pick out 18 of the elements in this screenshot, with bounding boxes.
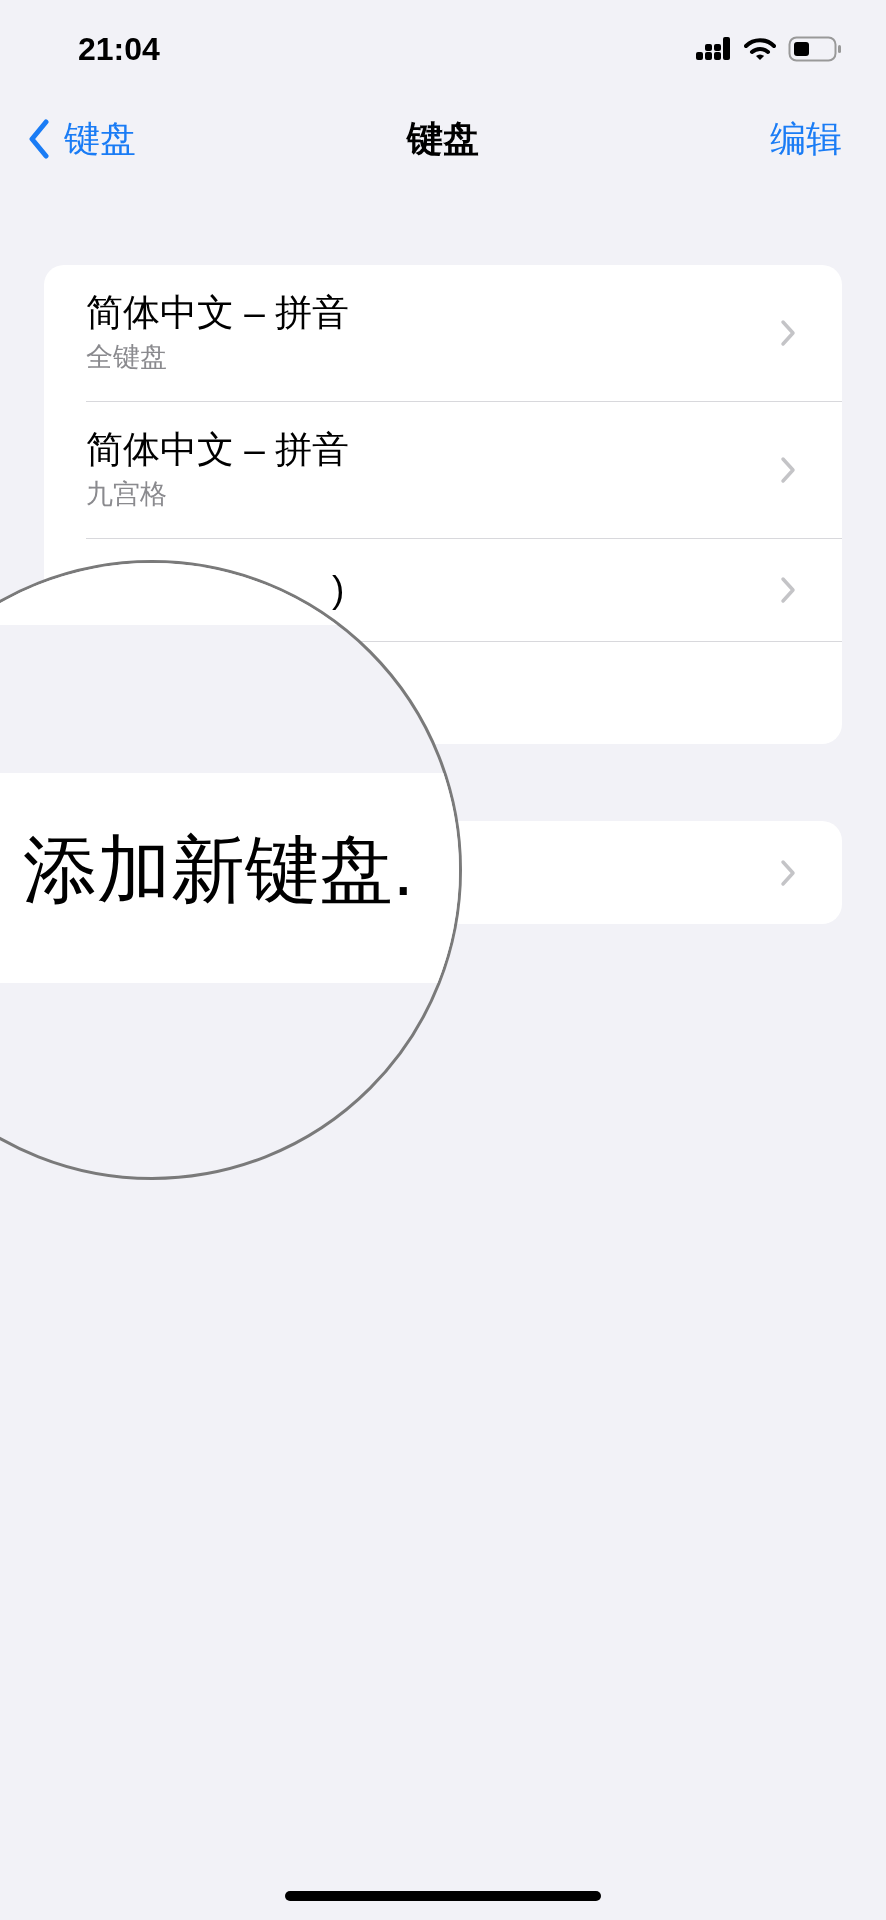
edit-button[interactable]: 编辑 bbox=[770, 112, 858, 166]
page-title: 键盘 bbox=[407, 117, 479, 161]
back-button[interactable]: 键盘 bbox=[28, 112, 136, 166]
back-chevron-icon bbox=[28, 119, 50, 159]
keyboard-layout: 九宫格 bbox=[86, 478, 168, 511]
keyboard-name: ) bbox=[332, 568, 346, 612]
signal-icon bbox=[696, 37, 732, 61]
wifi-icon bbox=[744, 37, 776, 61]
chevron-icon bbox=[780, 319, 796, 347]
keyboard-name: 简体中文 – 拼音 bbox=[86, 291, 351, 335]
chevron-icon bbox=[780, 576, 796, 604]
chevron-icon bbox=[780, 858, 796, 887]
battery-icon bbox=[788, 36, 842, 62]
status-time: 21:04 bbox=[78, 30, 160, 69]
chevron-icon bbox=[780, 456, 796, 484]
keyboard-name: 简体中文 – 拼音 bbox=[86, 428, 351, 472]
magnified-text: 添加新键盘. bbox=[23, 827, 414, 913]
keyboard-layout: 全键盘 bbox=[86, 341, 168, 374]
